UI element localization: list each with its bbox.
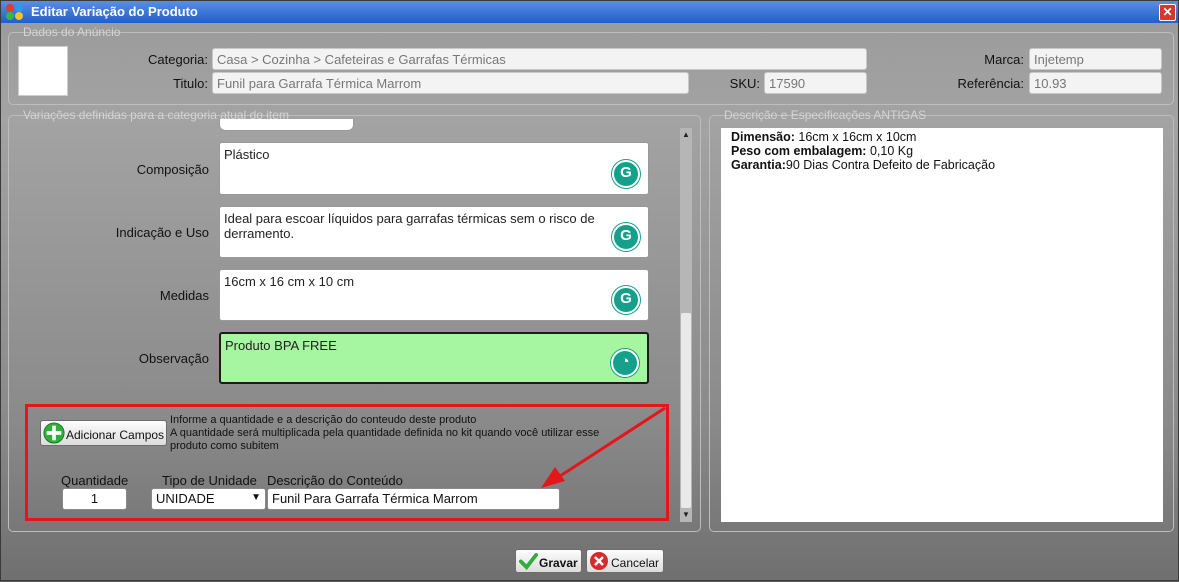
annotation-highlight-box xyxy=(25,404,669,521)
product-thumbnail xyxy=(18,46,68,96)
composicao-value: Plástico xyxy=(224,147,270,162)
grammarly-loading-icon[interactable]: ◔ xyxy=(611,349,639,377)
cancelar-button[interactable]: Cancelar xyxy=(586,549,664,573)
marca-label: Marca: xyxy=(984,52,1024,67)
observacao-label: Observação xyxy=(138,351,209,366)
checkmark-icon xyxy=(519,552,538,571)
antigas-line: Peso com embalagem: 0,10 Kg xyxy=(731,144,914,158)
sku-label: SKU: xyxy=(729,76,760,91)
title-bar: Editar Variação do Produto ✕ xyxy=(1,1,1178,23)
scrollbar-thumb[interactable] xyxy=(681,313,691,508)
close-button[interactable]: ✕ xyxy=(1159,4,1176,21)
observacao-value: Produto BPA FREE xyxy=(225,338,337,353)
app-logo-icon xyxy=(6,4,23,20)
scroll-up-icon[interactable]: ▲ xyxy=(680,129,692,141)
categoria-field[interactable]: Casa > Cozinha > Cafeteiras e Garrafas T… xyxy=(212,48,867,70)
antigas-description-box: Dimensão: 16cm x 16cm x 10cm Peso com em… xyxy=(721,128,1163,522)
variacoes-scrollbar[interactable]: ▲ ▼ xyxy=(680,128,692,522)
antigas-legend: Descrição e Especificações ANTIGAS xyxy=(724,108,927,122)
dados-anuncio-legend: Dados do Anúncio xyxy=(23,25,121,39)
referencia-label: Referência: xyxy=(957,76,1024,91)
categoria-label: Categoria: xyxy=(148,52,208,67)
medidas-value: 16cm x 16 cm x 10 cm xyxy=(224,274,355,289)
sku-field[interactable]: 17590 xyxy=(764,72,867,94)
antigas-line: Garantia:90 Dias Contra Defeito de Fabri… xyxy=(731,158,996,172)
titulo-field[interactable]: Funil para Garrafa Térmica Marrom xyxy=(212,72,689,94)
composicao-label: Composição xyxy=(136,162,209,177)
marca-field[interactable]: Injetemp xyxy=(1029,48,1162,70)
composicao-field[interactable]: Plástico G xyxy=(219,142,649,195)
cancelar-label: Cancelar xyxy=(611,556,660,570)
dialog-window: Editar Variação do Produto ✕ Dados do An… xyxy=(0,0,1179,581)
scroll-down-icon[interactable]: ▼ xyxy=(680,509,692,521)
titulo-label: Titulo: xyxy=(173,76,208,91)
medidas-label: Medidas xyxy=(159,288,209,303)
antigas-line: Dimensão: 16cm x 16cm x 10cm xyxy=(731,130,917,144)
observacao-field[interactable]: Produto BPA FREE ◔ xyxy=(219,332,649,384)
grammarly-icon[interactable]: G xyxy=(612,160,640,188)
scrolled-field-edge[interactable] xyxy=(219,119,354,131)
grammarly-icon[interactable]: G xyxy=(612,286,640,314)
referencia-field[interactable]: 10.93 xyxy=(1029,72,1162,94)
indicacao-value: Ideal para escoar líquidos para garrafas… xyxy=(224,211,595,241)
gravar-label: Gravar xyxy=(539,556,578,570)
cancel-icon xyxy=(590,552,608,570)
gravar-button[interactable]: Gravar xyxy=(515,549,582,573)
indicacao-field[interactable]: Ideal para escoar líquidos para garrafas… xyxy=(219,206,649,258)
grammarly-icon[interactable]: G xyxy=(612,223,640,251)
indicacao-label: Indicação e Uso xyxy=(115,225,209,240)
medidas-field[interactable]: 16cm x 16 cm x 10 cm G xyxy=(219,269,649,321)
window-title: Editar Variação do Produto xyxy=(31,4,198,19)
